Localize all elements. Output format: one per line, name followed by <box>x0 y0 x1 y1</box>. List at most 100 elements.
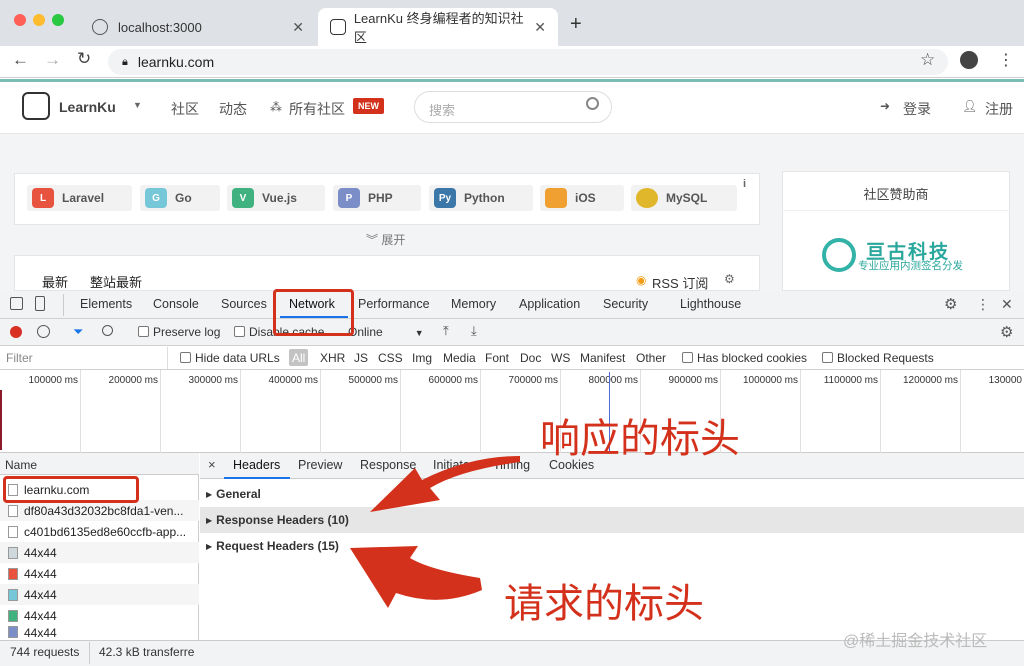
new-tab-button[interactable]: + <box>570 13 582 36</box>
site-search-input[interactable]: 搜索 <box>414 91 612 123</box>
category-laravel[interactable]: L Laravel <box>27 185 132 211</box>
site-logo-text[interactable]: LearnKu <box>59 99 116 115</box>
close-tab-icon[interactable]: ✕ <box>534 19 546 36</box>
import-har-icon[interactable]: ⤒ <box>443 323 449 339</box>
name-column-header[interactable]: Name <box>0 453 199 475</box>
register-link[interactable]: 注册 <box>985 99 1013 119</box>
clear-icon[interactable] <box>37 325 50 338</box>
category-vue[interactable]: V Vue.js <box>227 185 325 211</box>
request-row[interactable]: 44x44 <box>0 626 199 640</box>
type-filter-xhr[interactable]: XHR <box>320 351 345 365</box>
devtools-more-icon[interactable]: ⋮ <box>976 296 990 313</box>
close-detail-icon[interactable]: × <box>208 457 216 472</box>
rss-link[interactable]: RSS 订阅 <box>652 273 708 292</box>
browser-tab-localhost[interactable]: localhost:3000 ✕ <box>80 8 316 46</box>
nav-activity[interactable]: 动态 <box>219 99 247 119</box>
record-icon[interactable] <box>10 326 22 338</box>
reload-icon[interactable]: ↻ <box>77 49 91 69</box>
has-blocked-cookies-checkbox[interactable]: Has blocked cookies <box>682 351 807 365</box>
detail-tab-headers[interactable]: Headers <box>233 458 280 472</box>
back-arrow-icon[interactable]: ← <box>12 50 29 70</box>
feed-tab-latest[interactable]: 最新 <box>42 272 68 291</box>
type-filter-doc[interactable]: Doc <box>520 351 541 365</box>
type-filter-font[interactable]: Font <box>485 351 509 365</box>
caret-down-icon[interactable]: ▼ <box>133 100 142 110</box>
network-settings-gear-icon[interactable]: ⚙ <box>1000 323 1013 341</box>
category-mysql[interactable]: MySQL <box>631 185 737 211</box>
browser-menu-icon[interactable]: ⋮ <box>998 50 1014 70</box>
profile-avatar-icon[interactable] <box>960 51 978 69</box>
filter-input[interactable]: Filter <box>0 347 168 369</box>
general-section-header[interactable]: ▶ General <box>200 481 1024 507</box>
devtools-tab-performance[interactable]: Performance <box>358 297 430 311</box>
category-go[interactable]: G Go <box>140 185 220 211</box>
close-tab-icon[interactable]: ✕ <box>292 19 304 36</box>
request-headers-section-header[interactable]: ▶ Request Headers (15) <box>200 533 1024 559</box>
request-row[interactable]: 44x44 <box>0 563 199 584</box>
nav-all-communities[interactable]: 所有社区 <box>289 99 345 119</box>
devtools-tab-memory[interactable]: Memory <box>451 297 496 311</box>
type-filter-other[interactable]: Other <box>636 351 666 365</box>
request-row[interactable]: df80a43d32032bc8fda1-ven... <box>0 500 199 521</box>
feed-tab-site-latest[interactable]: 整站最新 <box>90 272 142 291</box>
category-python[interactable]: Py Python <box>429 185 533 211</box>
image-thumb-icon <box>8 609 18 622</box>
type-filter-all[interactable]: All <box>289 349 309 366</box>
devtools-tab-lighthouse[interactable]: Lighthouse <box>680 297 741 311</box>
devtools-close-icon[interactable]: ✕ <box>1001 296 1013 313</box>
devtools-tab-application[interactable]: Application <box>519 297 580 311</box>
request-row[interactable]: 44x44 <box>0 584 199 605</box>
devtools-tab-sources[interactable]: Sources <box>221 297 267 311</box>
type-filter-media[interactable]: Media <box>443 351 476 365</box>
devtools-tab-security[interactable]: Security <box>603 297 648 311</box>
type-filter-css[interactable]: CSS <box>378 351 403 365</box>
network-timeline-overview[interactable]: 100000 ms 200000 ms 300000 ms 400000 ms 5000… <box>0 370 1024 453</box>
minimize-window-button[interactable] <box>33 14 45 26</box>
category-ios[interactable]: iOS <box>540 185 624 211</box>
request-name: df80a43d32032bc8fda1-ven... <box>24 503 184 518</box>
devtools-tab-console[interactable]: Console <box>153 297 199 311</box>
request-arrow <box>350 546 482 608</box>
inspect-element-icon[interactable] <box>10 297 23 310</box>
browser-tab-learnku[interactable]: LearnKu 终身编程者的知识社区 ✕ <box>318 8 558 46</box>
type-filter-manifest[interactable]: Manifest <box>580 351 625 365</box>
info-icon[interactable]: i <box>743 178 746 190</box>
timeline-tick-label: 1100000 ms <box>823 375 878 386</box>
preserve-log-checkbox[interactable]: Preserve log <box>138 325 220 339</box>
blocked-requests-checkbox[interactable]: Blocked Requests <box>822 351 934 365</box>
device-toggle-icon[interactable] <box>35 296 45 311</box>
devtools-settings-gear-icon[interactable]: ⚙ <box>944 295 957 313</box>
category-php[interactable]: P PHP <box>333 185 421 211</box>
omnibox[interactable]: 🔒︎ learnku.com <box>108 49 948 75</box>
timeline-tick-label: 600000 ms <box>428 375 478 386</box>
request-row[interactable]: 44x44 <box>0 605 199 626</box>
request-row[interactable]: 44x44 <box>0 542 199 563</box>
type-filter-ws[interactable]: WS <box>551 351 570 365</box>
search-icon[interactable] <box>586 97 599 110</box>
hide-data-urls-checkbox[interactable]: Hide data URLs <box>180 351 280 365</box>
request-row[interactable]: c401bd6135ed8e60ccfb-app... <box>0 521 199 542</box>
response-headers-section-header[interactable]: ▶ Response Headers (10) <box>200 507 1024 533</box>
settings-gears-icon[interactable]: ⚙ <box>724 272 735 286</box>
close-window-button[interactable] <box>14 14 26 26</box>
nav-community[interactable]: 社区 <box>171 99 199 119</box>
type-filter-img[interactable]: Img <box>412 351 432 365</box>
forward-arrow-icon[interactable]: → <box>44 50 61 70</box>
throttle-select[interactable]: Online ▼ <box>348 325 424 339</box>
export-har-icon[interactable]: ⤓ <box>471 323 477 339</box>
learnku-logo-icon[interactable] <box>22 92 50 120</box>
login-link[interactable]: 登录 <box>903 99 931 119</box>
maximize-window-button[interactable] <box>52 14 64 26</box>
timeline-tick-label: 300000 ms <box>188 375 238 386</box>
category-label: Laravel <box>62 191 105 205</box>
expand-toggle[interactable]: ︾ 展开 <box>366 231 405 248</box>
type-filter-js[interactable]: JS <box>354 351 368 365</box>
sponsor-logo-icon[interactable] <box>822 238 856 272</box>
url-text: learnku.com <box>137 54 215 70</box>
expand-label: 展开 <box>381 233 406 247</box>
bookmark-star-icon[interactable]: ☆ <box>920 50 935 70</box>
devtools-tab-elements[interactable]: Elements <box>80 297 132 311</box>
tab-title: localhost:3000 <box>118 19 202 35</box>
search-icon[interactable] <box>102 325 113 336</box>
filter-funnel-icon[interactable]: ⏷ <box>73 324 83 340</box>
